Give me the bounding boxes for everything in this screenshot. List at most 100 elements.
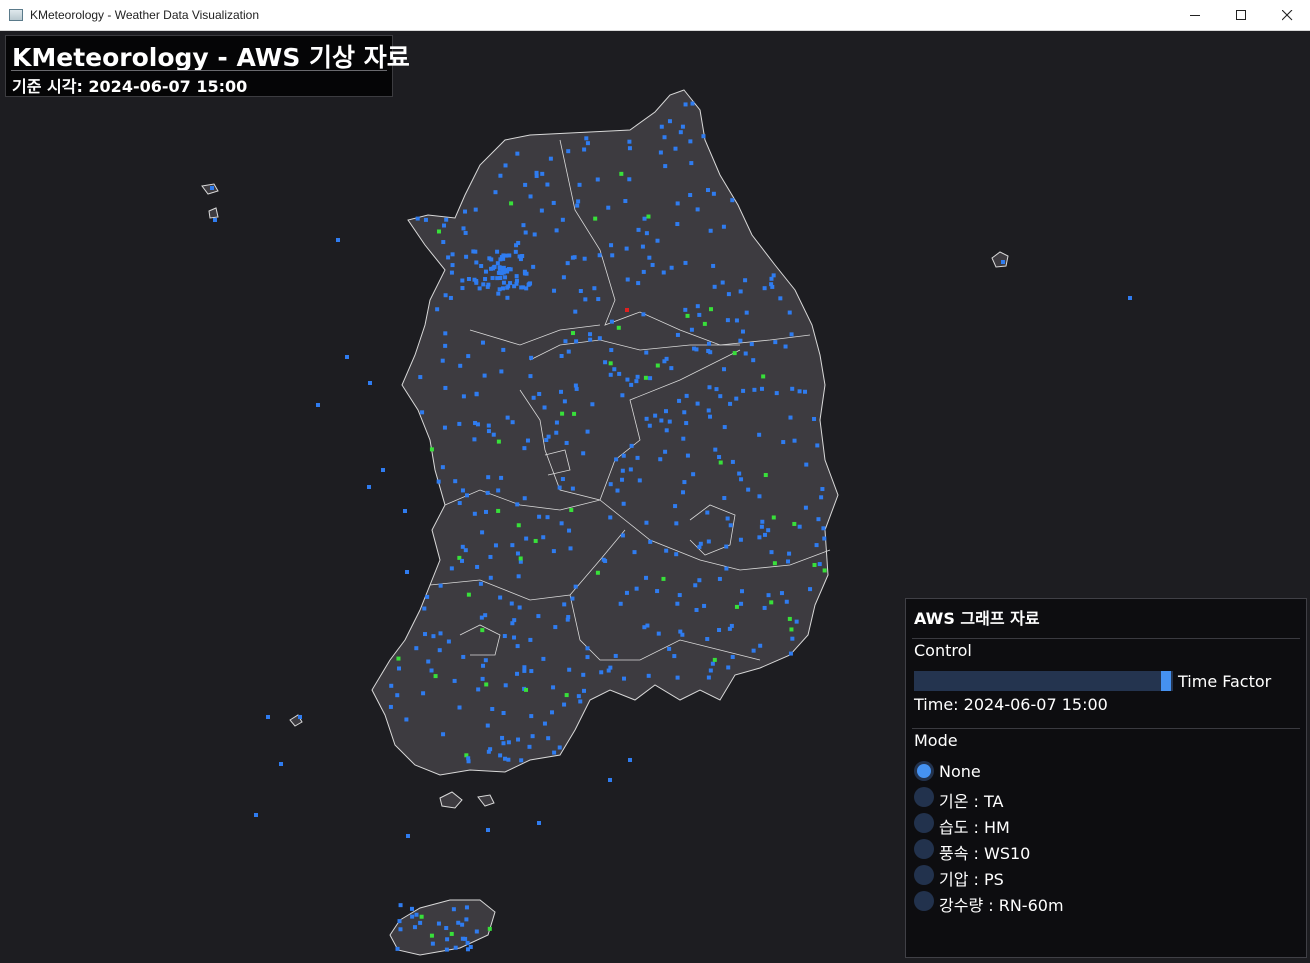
radio-button[interactable]: [914, 787, 934, 807]
station-marker: [675, 601, 680, 606]
station-marker: [540, 171, 545, 176]
station-marker: [596, 297, 601, 302]
station-marker: [821, 526, 826, 531]
station-marker-highlight: [429, 447, 434, 452]
station-marker: [675, 332, 680, 337]
station-marker: [667, 419, 672, 424]
station-marker: [568, 546, 573, 551]
station-marker: [403, 509, 407, 513]
station-marker: [752, 387, 757, 392]
station-marker: [368, 381, 372, 385]
station-marker: [726, 292, 731, 297]
close-button[interactable]: [1264, 0, 1310, 31]
station-marker: [790, 636, 795, 641]
maximize-button[interactable]: [1218, 0, 1264, 31]
station-marker: [488, 575, 493, 580]
station-marker-highlight: [661, 576, 666, 581]
station-marker: [545, 182, 550, 187]
station-marker: [659, 124, 664, 129]
station-marker: [442, 425, 447, 430]
station-marker: [708, 668, 713, 673]
station-marker: [570, 596, 575, 601]
station-marker: [584, 136, 589, 141]
app-icon: [9, 9, 23, 21]
mode-option-label: 습도 : HM: [939, 818, 1010, 837]
station-marker: [658, 150, 663, 155]
station-marker: [409, 906, 414, 911]
station-marker: [644, 575, 649, 580]
station-marker: [406, 834, 410, 838]
station-marker: [563, 339, 568, 344]
radio-button[interactable]: [914, 865, 934, 885]
station-marker: [658, 457, 663, 462]
station-marker: [713, 447, 718, 452]
station-marker: [510, 543, 515, 548]
station-marker-highlight: [718, 460, 723, 465]
station-marker: [483, 269, 488, 274]
station-marker: [608, 372, 613, 377]
mode-option-label: 강수량 : RN-60m: [939, 896, 1064, 915]
station-marker: [506, 757, 511, 762]
station-marker: [522, 269, 527, 274]
station-marker: [708, 414, 713, 419]
station-marker: [739, 601, 744, 606]
station-marker-highlight: [734, 604, 739, 609]
station-marker: [664, 548, 669, 553]
station-marker: [498, 276, 503, 281]
station-marker: [429, 933, 434, 938]
station-marker: [644, 520, 649, 525]
station-marker: [673, 146, 678, 151]
station-marker: [506, 284, 511, 289]
station-marker: [640, 244, 645, 249]
station-marker: [495, 249, 500, 254]
station-marker: [522, 665, 527, 670]
station-marker: [316, 403, 320, 407]
station-marker: [674, 521, 679, 526]
station-marker: [677, 593, 682, 598]
station-marker: [707, 385, 712, 390]
station-marker: [706, 675, 711, 680]
station-marker: [523, 230, 528, 235]
station-marker: [653, 413, 658, 418]
header-box: KMeteorology - AWS 기상 자료 기준 시각: 2024-06-…: [5, 35, 410, 97]
station-marker: [528, 374, 533, 379]
station-marker: [581, 451, 586, 456]
station-marker: [367, 485, 371, 489]
station-marker: [781, 440, 786, 445]
station-marker: [724, 566, 729, 571]
station-marker-highlight: [787, 616, 792, 621]
station-marker: [423, 632, 428, 637]
radio-button[interactable]: [914, 891, 934, 911]
station-marker: [642, 216, 647, 221]
time-factor-slider[interactable]: [914, 671, 1173, 691]
station-marker-highlight: [712, 657, 717, 662]
radio-button[interactable]: [914, 839, 934, 859]
station-marker: [564, 440, 569, 445]
station-marker: [695, 401, 700, 406]
radio-button[interactable]: [914, 813, 934, 833]
station-marker: [697, 578, 702, 583]
station-marker: [397, 919, 402, 924]
time-factor-slider-handle[interactable]: [1161, 671, 1171, 691]
station-marker: [534, 170, 539, 175]
station-marker: [466, 354, 471, 359]
station-marker: [466, 276, 471, 281]
station-marker: [545, 515, 550, 520]
station-marker-highlight: [789, 627, 794, 632]
station-marker-highlight: [572, 411, 577, 416]
station-marker: [541, 535, 546, 540]
station-marker: [515, 502, 520, 507]
station-marker: [717, 576, 722, 581]
station-marker: [460, 558, 465, 563]
station-marker: [410, 914, 415, 919]
minimize-button[interactable]: [1172, 0, 1218, 31]
station-marker: [794, 619, 799, 624]
station-marker: [450, 252, 455, 257]
station-marker: [472, 511, 477, 516]
station-marker: [438, 583, 443, 588]
station-marker: [672, 654, 677, 659]
station-marker: [457, 501, 462, 506]
radio-button[interactable]: [914, 761, 934, 781]
station-marker: [592, 286, 597, 291]
station-marker: [774, 391, 779, 396]
